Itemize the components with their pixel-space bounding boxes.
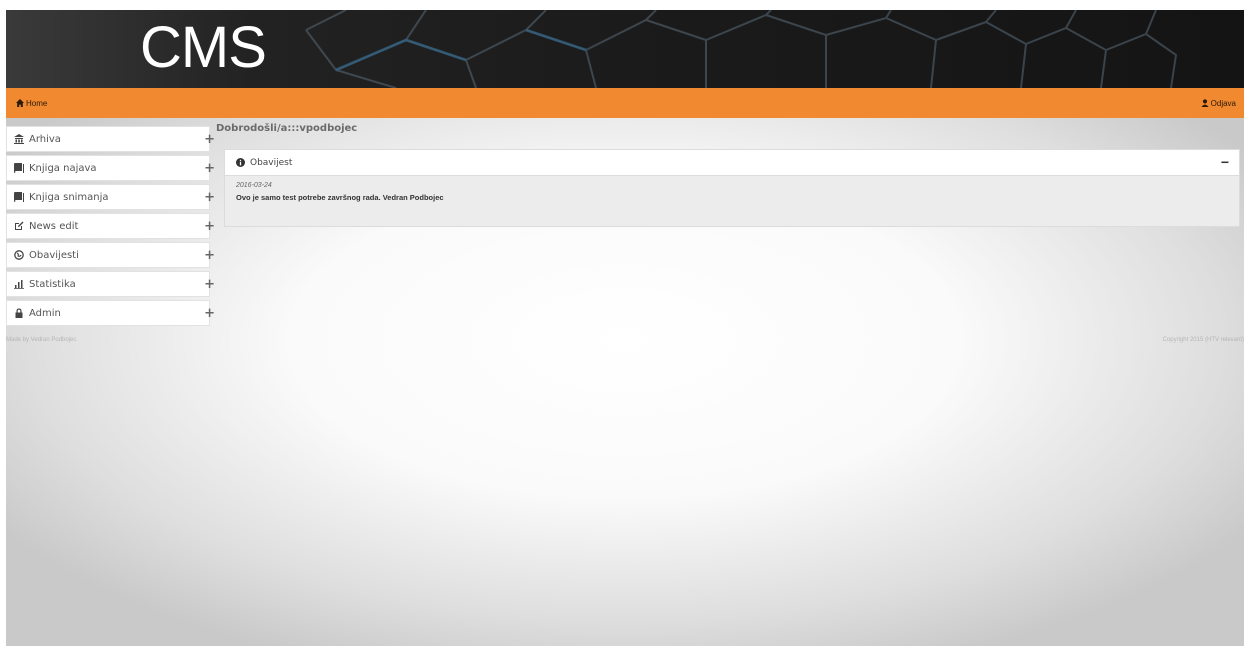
- logout-link[interactable]: Odjava: [1201, 99, 1236, 108]
- expand-icon[interactable]: +: [204, 219, 215, 234]
- lock-icon: [13, 308, 24, 319]
- home-label: Home: [26, 98, 48, 108]
- notice-message: Ovo je samo test potrebe završnog rada. …: [236, 193, 444, 202]
- home-link[interactable]: Home: [16, 99, 47, 108]
- sidebar-item-arhiva[interactable]: Arhiva +: [6, 126, 215, 152]
- notice-panel-body: 2016-03-24 Ovo je samo test potrebe zavr…: [225, 176, 1239, 208]
- footer-credit: Made by Vedran Podbojec: [6, 337, 77, 343]
- panel-title: Obavijest: [250, 157, 293, 168]
- expand-icon[interactable]: +: [204, 132, 215, 147]
- sidebar-item-obavijesti[interactable]: Obavijesti +: [6, 242, 215, 268]
- sidebar-item-label: News edit: [29, 220, 79, 232]
- globe-icon: [13, 250, 24, 261]
- header-banner: CMS: [6, 10, 1244, 88]
- sidebar-item-label: Knjiga najava: [29, 162, 97, 174]
- collapse-button[interactable]: −: [1221, 154, 1229, 170]
- sidebar-menu: Arhiva + Knjiga najava + Knjiga snimanja…: [6, 126, 215, 329]
- notice-panel-header[interactable]: Obavijest: [225, 150, 1239, 176]
- book-icon: [13, 192, 24, 203]
- sidebar-item-news-edit[interactable]: News edit +: [6, 213, 215, 239]
- sidebar-item-knjiga-najava[interactable]: Knjiga najava +: [6, 155, 215, 181]
- sidebar-item-label: Obavijesti: [29, 249, 79, 261]
- sidebar-item-label: Admin: [29, 307, 61, 319]
- top-navbar: Home Odjava: [6, 88, 1244, 118]
- sidebar-item-knjiga-snimanja[interactable]: Knjiga snimanja +: [6, 184, 215, 210]
- welcome-heading: Dobrodošli/a:::vpodbojec: [216, 123, 358, 134]
- expand-icon[interactable]: +: [204, 306, 215, 321]
- sidebar-item-admin[interactable]: Admin +: [6, 300, 215, 326]
- archive-icon: [13, 134, 24, 145]
- edit-icon: [13, 221, 24, 232]
- user-icon: [1201, 99, 1209, 107]
- sidebar-item-statistika[interactable]: Statistika +: [6, 271, 215, 297]
- footer-copyright: Copyright 2015 (HTV relevant): [1162, 337, 1244, 343]
- expand-icon[interactable]: +: [204, 161, 215, 176]
- expand-icon[interactable]: +: [204, 277, 215, 292]
- stats-icon: [13, 279, 24, 290]
- sidebar-item-label: Statistika: [29, 278, 76, 290]
- book-icon: [13, 163, 24, 174]
- expand-icon[interactable]: +: [204, 248, 215, 263]
- info-icon: [236, 158, 245, 167]
- app-frame: CMS Home Odjava Arhiva + Knjiga najava +…: [6, 10, 1244, 646]
- expand-icon[interactable]: +: [204, 190, 215, 205]
- sidebar-item-label: Knjiga snimanja: [29, 191, 109, 203]
- notice-panel: Obavijest − 2016-03-24 Ovo je samo test …: [224, 149, 1240, 227]
- home-icon: [16, 99, 24, 107]
- cms-logo: CMS: [140, 15, 267, 80]
- logout-label: Odjava: [1210, 98, 1236, 108]
- sidebar-item-label: Arhiva: [29, 133, 61, 145]
- notice-date: 2016-03-24: [236, 182, 272, 189]
